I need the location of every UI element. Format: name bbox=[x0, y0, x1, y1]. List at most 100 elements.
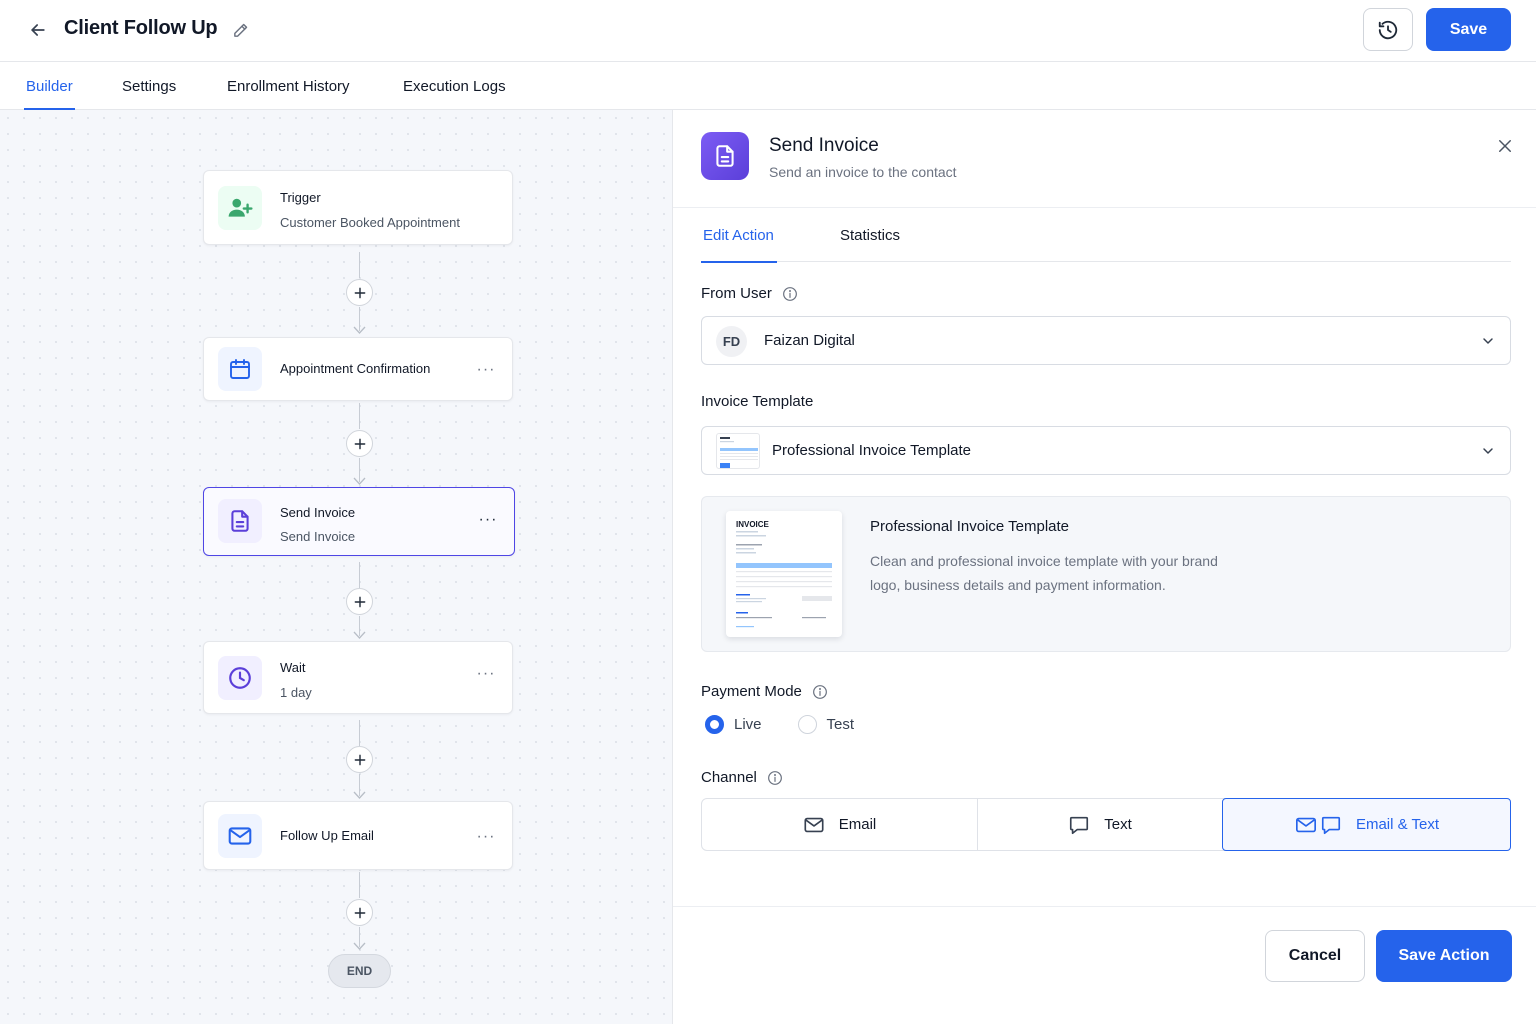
more-options-button[interactable]: ··· bbox=[474, 664, 498, 684]
payment-mode-live-radio[interactable]: Live bbox=[705, 714, 762, 734]
tab-statistics[interactable]: Statistics bbox=[840, 208, 900, 262]
channel-label: Channel bbox=[701, 769, 783, 786]
channel-label-text: Channel bbox=[701, 769, 757, 786]
radio-indicator bbox=[797, 714, 817, 734]
node-subtitle: 1 day bbox=[280, 685, 312, 700]
edit-title-button[interactable] bbox=[228, 18, 252, 42]
clock-icon bbox=[218, 656, 262, 700]
tab-builder[interactable]: Builder bbox=[24, 62, 75, 110]
from-user-label-text: From User bbox=[701, 285, 772, 302]
invoice-heading: INVOICE bbox=[736, 520, 770, 529]
template-preview-card: INVOICE Professional Invoice Template Cl… bbox=[701, 496, 1511, 652]
preview-title: Professional Invoice Template bbox=[870, 518, 1069, 535]
invoice-template-select[interactable]: Professional Invoice Template bbox=[701, 426, 1511, 475]
send-invoice-node[interactable]: Send Invoice Send Invoice ··· bbox=[203, 487, 515, 556]
add-step-button[interactable] bbox=[346, 279, 373, 306]
connector-line bbox=[359, 562, 360, 588]
radio-selected-indicator bbox=[705, 714, 724, 734]
save-action-button[interactable]: Save Action bbox=[1376, 930, 1512, 982]
add-step-button[interactable] bbox=[346, 430, 373, 457]
connector-line bbox=[359, 720, 360, 746]
channel-email-and-text-option[interactable]: Email & Text bbox=[1222, 798, 1511, 851]
plus-icon bbox=[354, 596, 365, 607]
tab-settings[interactable]: Settings bbox=[122, 62, 176, 110]
node-subtitle: Customer Booked Appointment bbox=[280, 215, 460, 230]
appointment-confirmation-node[interactable]: Appointment Confirmation ··· bbox=[203, 337, 513, 401]
more-options-button[interactable]: ··· bbox=[474, 827, 498, 847]
more-options-button[interactable]: ··· bbox=[474, 360, 498, 380]
workflow-canvas[interactable] bbox=[0, 110, 672, 1024]
tab-enrollment-history[interactable]: Enrollment History bbox=[227, 62, 350, 110]
trigger-node[interactable]: Trigger Customer Booked Appointment bbox=[203, 170, 513, 245]
invoice-preview-image: INVOICE bbox=[726, 511, 842, 637]
wait-node[interactable]: Wait 1 day ··· bbox=[203, 641, 513, 714]
follow-up-email-node[interactable]: Follow Up Email ··· bbox=[203, 801, 513, 870]
arrow-down-icon bbox=[353, 791, 366, 799]
history-button[interactable] bbox=[1363, 8, 1413, 51]
panel-title: Send Invoice bbox=[769, 135, 879, 156]
top-bar: Client Follow Up Save bbox=[0, 0, 1536, 62]
channel-selector: Email Text Email & Text bbox=[701, 798, 1511, 851]
from-user-select[interactable]: FD Faizan Digital bbox=[701, 316, 1511, 365]
calendar-icon bbox=[218, 347, 262, 391]
preview-description: Clean and professional invoice template … bbox=[870, 553, 1218, 593]
back-button[interactable] bbox=[24, 16, 52, 44]
connector-line bbox=[359, 403, 360, 429]
mail-icon bbox=[218, 814, 262, 858]
email-text-icons bbox=[1294, 814, 1342, 836]
arrow-down-icon bbox=[353, 477, 366, 485]
add-step-button[interactable] bbox=[346, 746, 373, 773]
arrow-down-icon bbox=[353, 942, 366, 950]
node-title: Send Invoice bbox=[280, 505, 356, 520]
close-panel-button[interactable] bbox=[1493, 134, 1517, 158]
main-tabs: Builder Settings Enrollment History Exec… bbox=[0, 62, 1536, 110]
arrow-down-icon bbox=[353, 631, 366, 639]
from-user-label: From User bbox=[701, 285, 798, 302]
more-options-button[interactable]: ··· bbox=[476, 510, 500, 530]
add-step-button[interactable] bbox=[346, 899, 373, 926]
history-icon bbox=[1378, 20, 1398, 39]
info-icon[interactable] bbox=[782, 286, 798, 302]
info-icon[interactable] bbox=[812, 684, 828, 700]
avatar: FD bbox=[716, 326, 747, 357]
channel-email-option[interactable]: Email bbox=[702, 799, 977, 850]
page-title: Client Follow Up bbox=[64, 17, 218, 39]
tab-execution-logs[interactable]: Execution Logs bbox=[403, 62, 506, 110]
invoice-template-value: Professional Invoice Template bbox=[772, 442, 971, 459]
payment-mode-label-text: Payment Mode bbox=[701, 683, 802, 700]
node-title: Wait bbox=[280, 660, 306, 675]
node-title: Follow Up Email bbox=[280, 828, 374, 843]
payment-mode-test-radio[interactable]: Test bbox=[797, 714, 854, 734]
payment-mode-options: Live Test bbox=[705, 712, 890, 736]
radio-label: Live bbox=[734, 715, 762, 733]
template-thumbnail bbox=[716, 433, 760, 469]
node-title: Trigger bbox=[280, 190, 321, 205]
channel-option-label: Email & Text bbox=[1355, 816, 1440, 833]
cancel-button[interactable]: Cancel bbox=[1265, 930, 1365, 982]
node-title: Appointment Confirmation bbox=[280, 361, 431, 376]
tab-edit-action[interactable]: Edit Action bbox=[701, 208, 777, 263]
panel-subtitle: Send an invoice to the contact bbox=[769, 164, 957, 180]
plus-icon bbox=[354, 754, 365, 765]
divider bbox=[673, 906, 1536, 907]
chat-bubble-icon bbox=[1321, 816, 1341, 834]
document-icon bbox=[701, 132, 749, 180]
plus-icon bbox=[354, 287, 365, 298]
connector-line bbox=[359, 872, 360, 898]
pencil-icon bbox=[233, 23, 247, 37]
action-panel: Send Invoice Send an invoice to the cont… bbox=[672, 110, 1536, 1024]
save-button[interactable]: Save bbox=[1426, 8, 1511, 51]
invoice-template-label: Invoice Template bbox=[701, 393, 814, 410]
channel-option-label: Email bbox=[838, 816, 877, 833]
mail-icon bbox=[804, 817, 824, 832]
plus-icon bbox=[354, 438, 365, 449]
channel-option-label: Text bbox=[1104, 816, 1132, 833]
user-plus-icon bbox=[218, 186, 262, 230]
arrow-down-icon bbox=[353, 326, 366, 334]
channel-text-option[interactable]: Text bbox=[977, 799, 1222, 850]
add-step-button[interactable] bbox=[346, 588, 373, 615]
from-user-value: Faizan Digital bbox=[764, 332, 855, 349]
close-icon bbox=[1499, 140, 1511, 152]
arrow-left-icon bbox=[31, 24, 45, 36]
info-icon[interactable] bbox=[767, 770, 783, 786]
